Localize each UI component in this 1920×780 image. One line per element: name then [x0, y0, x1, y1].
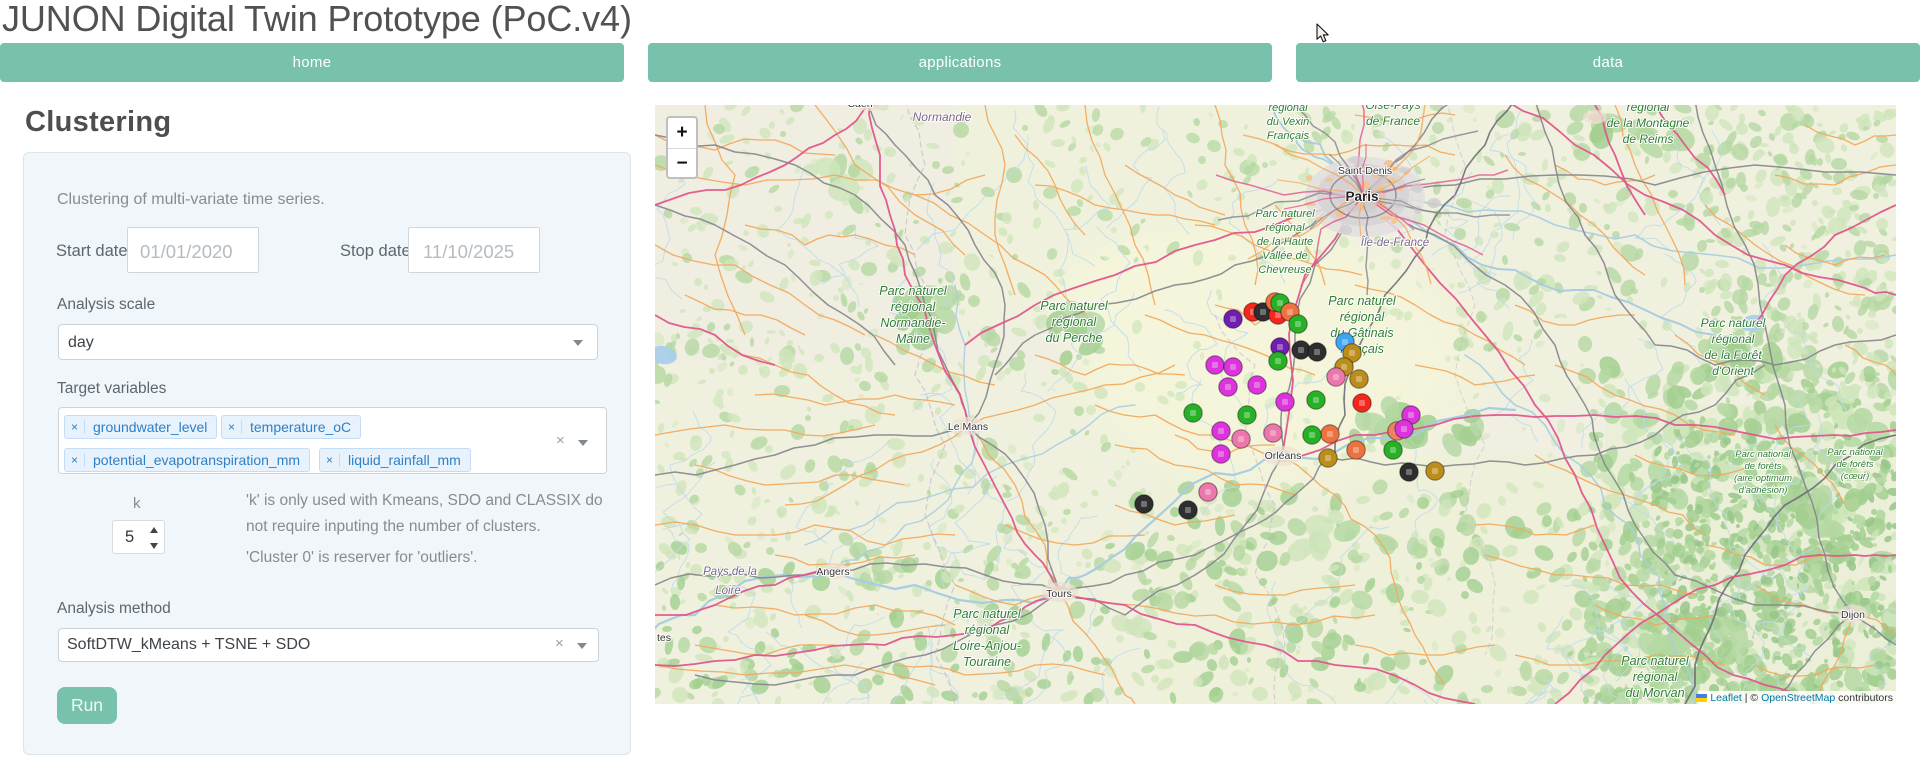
svg-text:Dijon: Dijon [1841, 609, 1865, 621]
svg-text:Normandie: Normandie [913, 110, 972, 124]
svg-text:Pays de la: Pays de la [703, 566, 757, 578]
svg-text:Tours: Tours [1046, 588, 1072, 600]
svg-text:Caen: Caen [847, 105, 872, 110]
svg-text:Île-de-France: Île-de-France [1361, 236, 1429, 249]
svg-text:Orléans: Orléans [1265, 450, 1302, 462]
svg-text:Paris: Paris [1345, 189, 1378, 204]
svg-text:Parc naturelrégionalde la Haut: Parc naturelrégionalde la HauteVallée de… [1255, 208, 1315, 276]
svg-text:tes: tes [657, 632, 671, 644]
svg-text:Saint-Denis: Saint-Denis [1338, 165, 1392, 177]
svg-text:Angers: Angers [816, 566, 849, 578]
svg-text:Loire: Loire [715, 585, 741, 597]
svg-text:Parc nationalde forêts(aire op: Parc nationalde forêts(aire optimumd'adh… [1734, 449, 1792, 496]
svg-text:Le Mans: Le Mans [948, 421, 988, 433]
svg-text:régionaldu VexinFrançais: régionaldu VexinFrançais [1267, 105, 1310, 142]
svg-text:Oise-Paysde France: Oise-Paysde France [1365, 105, 1420, 128]
